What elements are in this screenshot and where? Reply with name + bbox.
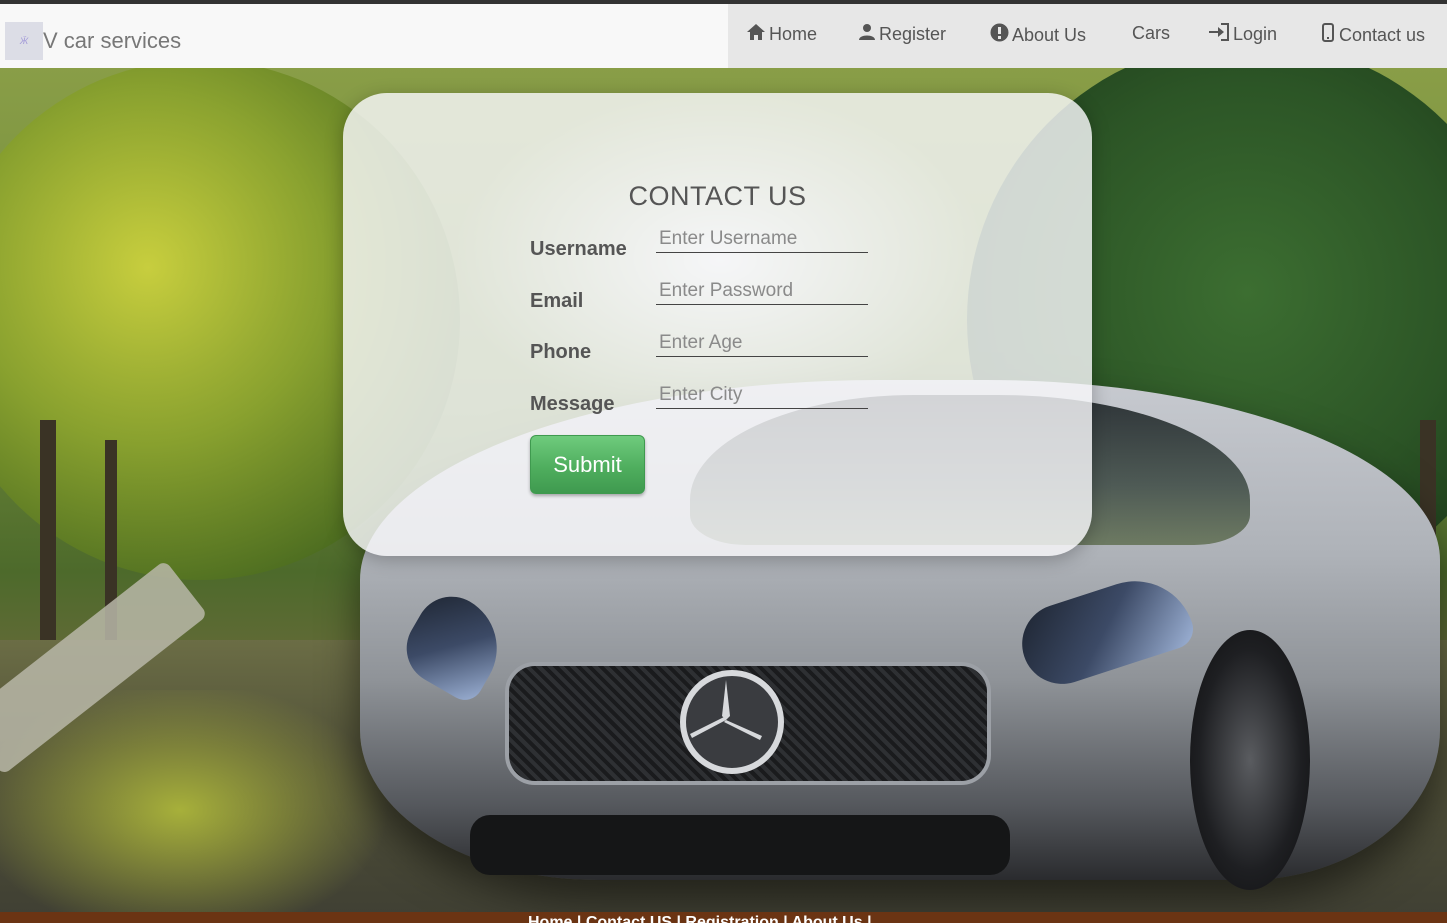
nav-register[interactable]: Register: [858, 23, 946, 46]
nav-menu: Home Register About Us Cars Login Contac…: [728, 4, 1447, 68]
nav-login-label: Login: [1233, 24, 1278, 44]
car-lower-intake: [470, 815, 1010, 875]
brand[interactable]: Ӝ V car services: [5, 22, 181, 60]
brand-logo: Ӝ: [5, 22, 43, 60]
message-label: Message: [530, 393, 615, 415]
phone-icon: [1320, 23, 1339, 47]
car-wheel: [1190, 630, 1310, 890]
home-icon: [746, 23, 769, 46]
nav-cars-label: Cars: [1132, 23, 1171, 43]
nav-about-label: About Us: [1012, 24, 1087, 45]
contact-card: CONTACT US Username Email Phone Message …: [343, 93, 1092, 556]
login-icon: [1208, 23, 1233, 46]
tree-trunk: [40, 420, 56, 670]
nav-home[interactable]: Home: [746, 23, 817, 46]
nav-cars[interactable]: Cars: [1132, 23, 1170, 44]
email-input[interactable]: [656, 278, 868, 305]
nav-about[interactable]: About Us: [990, 23, 1086, 47]
car-emblem: [680, 670, 784, 774]
nav-contact[interactable]: Contact us: [1320, 23, 1425, 47]
phone-input[interactable]: [656, 330, 868, 357]
page-title: CONTACT US: [628, 181, 807, 211]
user-icon: [858, 23, 879, 46]
username-label: Username: [530, 238, 627, 260]
nav-register-label: Register: [879, 24, 947, 44]
username-input[interactable]: [656, 226, 868, 253]
footer-links[interactable]: Home | Contact US | Registration | About…: [528, 914, 872, 923]
nav-login[interactable]: Login: [1208, 23, 1277, 46]
submit-button[interactable]: Submit: [530, 435, 645, 494]
navbar: Ӝ V car services Home Register About Us …: [0, 4, 1447, 68]
brand-name: V car services: [43, 28, 182, 53]
email-label: Email: [530, 290, 584, 312]
nav-contact-label: Contact us: [1339, 24, 1426, 45]
nav-home-label: Home: [769, 24, 818, 44]
phone-label: Phone: [530, 341, 592, 363]
info-icon: [990, 23, 1012, 47]
footer: Home | Contact US | Registration | About…: [0, 912, 1447, 923]
message-input[interactable]: [656, 382, 868, 409]
